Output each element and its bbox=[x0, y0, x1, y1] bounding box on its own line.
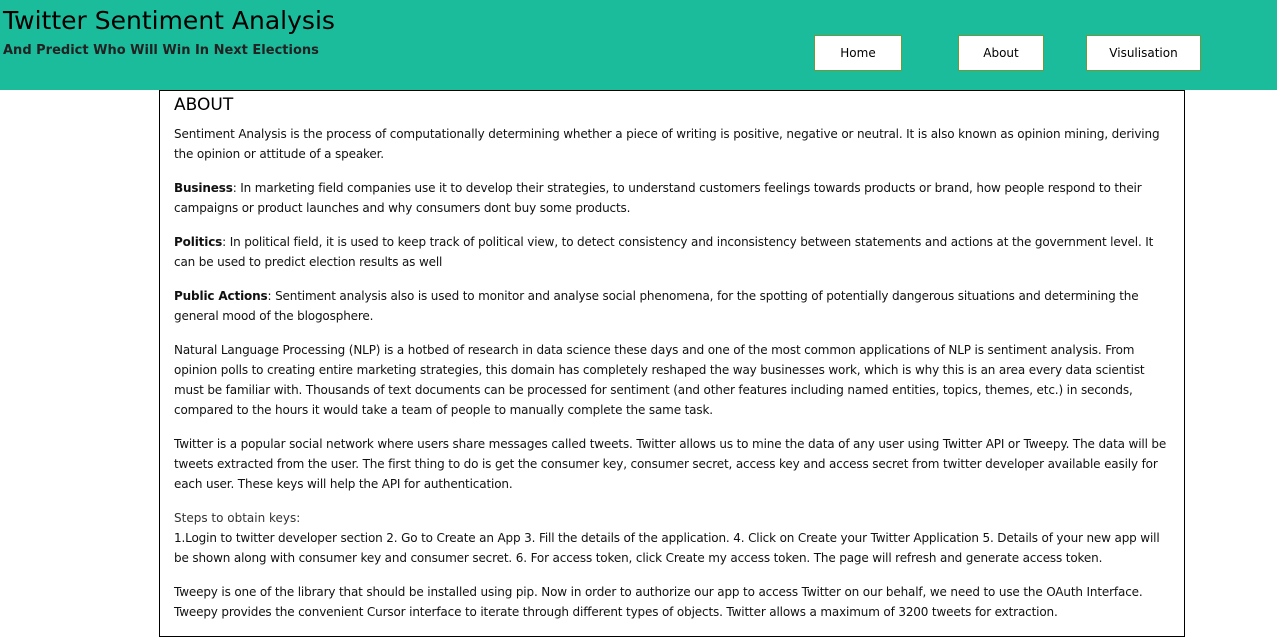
public-actions-text: : Sentiment analysis also is used to mon… bbox=[174, 289, 1139, 323]
intro-paragraph: Sentiment Analysis is the process of com… bbox=[174, 127, 1160, 161]
politics-label: Politics bbox=[174, 235, 223, 249]
public-actions-label: Public Actions bbox=[174, 289, 268, 303]
public-actions-paragraph: Public Actions: Sentiment analysis also … bbox=[174, 286, 1170, 326]
nav-home-button[interactable]: Home bbox=[814, 35, 902, 71]
about-section: ABOUT Sentiment Analysis is the process … bbox=[159, 90, 1185, 637]
nav-about-button[interactable]: About bbox=[958, 35, 1044, 71]
politics-text: : In political field, it is used to keep… bbox=[174, 235, 1154, 269]
business-paragraph: Business: In marketing field companies u… bbox=[174, 178, 1170, 218]
tweepy-paragraph: Tweepy is one of the library that should… bbox=[174, 585, 1143, 619]
about-heading: ABOUT bbox=[174, 95, 234, 115]
nav-visualisation-button[interactable]: Visulisation bbox=[1086, 35, 1201, 71]
steps-title: Steps to obtain keys: bbox=[174, 511, 301, 525]
nlp-paragraph: Natural Language Processing (NLP) is a h… bbox=[174, 343, 1145, 417]
business-text: : In marketing field companies use it to… bbox=[174, 181, 1142, 215]
site-title: Twitter Sentiment Analysis bbox=[3, 6, 335, 35]
twitter-paragraph: Twitter is a popular social network wher… bbox=[174, 437, 1167, 491]
business-label: Business bbox=[174, 181, 233, 195]
site-subtitle: And Predict Who Will Win In Next Electio… bbox=[3, 43, 319, 58]
steps-paragraph: 1.Login to twitter developer section 2. … bbox=[174, 531, 1160, 565]
site-header: Twitter Sentiment Analysis And Predict W… bbox=[0, 0, 1277, 90]
politics-paragraph: Politics: In political field, it is used… bbox=[174, 232, 1170, 272]
